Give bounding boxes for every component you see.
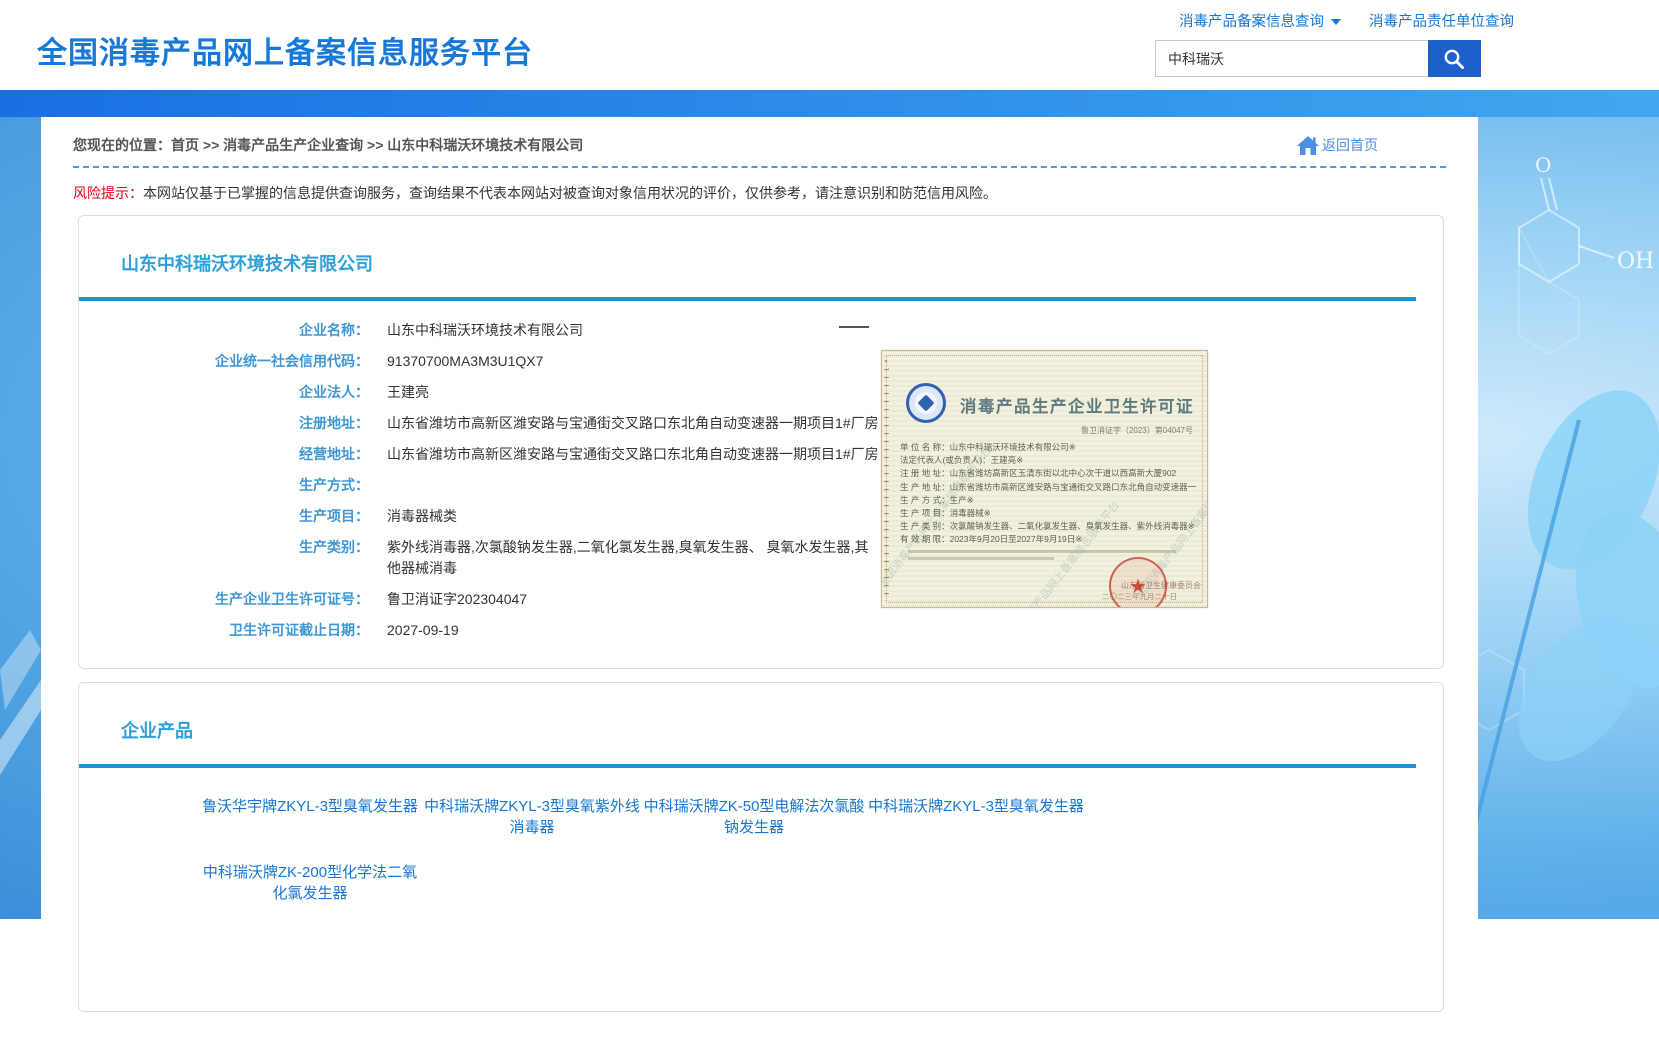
- product-link[interactable]: 鲁沃华宇牌ZKYL-3型臭氧发生器: [199, 796, 421, 838]
- certificate-line: 注 册 地 址：山东省潍坊高新区玉清东街以北中心次干道以西高新大厦902: [900, 467, 1196, 480]
- certificate-number: 鲁卫消证字（2023）第04047号: [1081, 425, 1193, 436]
- product-link[interactable]: 中科瑞沃牌ZKYL-3型臭氧发生器: [865, 796, 1087, 838]
- product-link[interactable]: 中科瑞沃牌ZK-50型电解法次氯酸钠发生器: [643, 796, 865, 838]
- section-divider: [79, 297, 1416, 301]
- top-nav: 消毒产品备案信息查询 消毒产品责任单位查询: [1155, 10, 1514, 31]
- red-seal-icon: ★: [1109, 557, 1167, 608]
- certificate-line: 单 位 名 称：山东中科瑞沃环境技术有限公司※: [900, 441, 1196, 454]
- certificate-line: 生 产 方 式：生产※: [900, 494, 1196, 507]
- header-right: 消毒产品备案信息查询 消毒产品责任单位查询: [1155, 10, 1514, 77]
- site-header: 全国消毒产品网上备案信息服务平台 消毒产品备案信息查询 消毒产品责任单位查询: [0, 0, 1659, 90]
- certificate-body: 单 位 名 称：山东中科瑞沃环境技术有限公司※ 法定代表人(或负责人)：王建亮※…: [900, 441, 1196, 547]
- field-row-legal-person: 企业法人： 王建亮: [79, 377, 1443, 408]
- nav-link-label: 消毒产品责任单位查询: [1369, 14, 1514, 30]
- company-name-title: 山东中科瑞沃环境技术有限公司: [121, 250, 1443, 276]
- field-row-license-number: 生产企业卫生许可证号： 鲁卫消证字202304047: [79, 584, 1443, 615]
- search-icon: [1442, 47, 1466, 71]
- products-grid: 鲁沃华宇牌ZKYL-3型臭氧发生器 中科瑞沃牌ZKYL-3型臭氧紫外线消毒器 中…: [199, 796, 1443, 904]
- search-button[interactable]: [1428, 40, 1481, 77]
- field-label: 企业名称：: [79, 320, 369, 341]
- field-row-production-category: 生产类别： 紫外线消毒器,次氯酸钠发生器,二氧化氯发生器,臭氧发生器、 臭氧水发生…: [79, 532, 1443, 584]
- license-certificate-image: 全国消毒产品网上备案信息服务平台 全国消毒产品网上备案信息服务平台 全国消毒产品…: [881, 350, 1208, 608]
- field-label: 企业统一社会信用代码：: [79, 351, 369, 372]
- certificate-line: 生 产 地 址：山东省潍坊市高新区潍安路与宝通街交叉路口东北角自动变速器一期项: [900, 481, 1196, 494]
- header-band: [0, 90, 1659, 117]
- breadcrumb-row: 您现在的位置：首页 >> 消毒产品生产企业查询 >> 山东中科瑞沃环境技术有限公…: [41, 117, 1478, 155]
- field-row-license-expiry: 卫生许可证截止日期： 2027-09-19: [79, 615, 1443, 646]
- field-value: 山东省潍坊市高新区潍安路与宝通街交叉路口东北角自动变速器一期项目1#厂房: [387, 444, 879, 465]
- risk-text: 本网站仅基于已掌握的信息提供查询服务，查询结果不代表本网站对被查询对象信用状况的…: [143, 185, 997, 201]
- nav-link-label: 消毒产品备案信息查询: [1179, 14, 1324, 30]
- nav-link-responsible-unit-query[interactable]: 消毒产品责任单位查询: [1369, 14, 1514, 30]
- seal-star: ★: [1129, 574, 1147, 599]
- field-row-company-name: 企业名称： 山东中科瑞沃环境技术有限公司: [79, 315, 1443, 346]
- certificate-line: 生 产 类 别：次氯酸钠发生器、二氧化氯发生器、臭氧发生器、紫外线消毒器※: [900, 520, 1196, 533]
- nav-link-product-record-query[interactable]: 消毒产品备案信息查询: [1179, 14, 1341, 30]
- field-label: 卫生许可证截止日期：: [79, 620, 369, 641]
- dashed-divider: [73, 166, 1446, 168]
- field-row-registered-address: 注册地址： 山东省潍坊市高新区潍安路与宝通街交叉路口东北角自动变速器一期项目1#厂…: [79, 408, 1443, 439]
- certificate-title: 消毒产品生产企业卫生许可证: [960, 393, 1194, 417]
- field-row-production-project: 生产项目： 消毒器械类: [79, 501, 1443, 532]
- field-value: 王建亮: [387, 382, 429, 403]
- company-card: 山东中科瑞沃环境技术有限公司 企业名称： 山东中科瑞沃环境技术有限公司 企业统一社…: [78, 215, 1444, 669]
- search-input[interactable]: [1155, 40, 1428, 77]
- back-home-link[interactable]: 返回首页: [1297, 135, 1378, 155]
- site-title: 全国消毒产品网上备案信息服务平台: [37, 28, 533, 72]
- field-value: 鲁卫消证字202304047: [387, 589, 527, 610]
- risk-label: 风险提示：: [73, 185, 143, 201]
- certificate-line: 法定代表人(或负责人)：王建亮※: [900, 454, 1196, 467]
- field-label: 经营地址：: [79, 444, 369, 465]
- svg-text:OH: OH: [1617, 249, 1654, 274]
- field-row-production-mode: 生产方式：: [79, 470, 1443, 501]
- field-label: 生产项目：: [79, 506, 369, 527]
- field-value: 山东省潍坊市高新区潍安路与宝通街交叉路口东北角自动变速器一期项目1#厂房: [387, 413, 879, 434]
- certificate-line: 有 效 期 限：2023年9月20日至2027年9月19日※: [900, 533, 1196, 546]
- certificate-artifact-dash: [839, 326, 869, 328]
- search-bar: [1155, 40, 1514, 77]
- field-row-credit-code: 企业统一社会信用代码： 91370700MA3M3U1QX7: [79, 346, 1443, 377]
- chevron-down-icon: [1331, 19, 1341, 25]
- home-icon: [1297, 136, 1319, 155]
- field-value: 消毒器械类: [387, 506, 457, 527]
- field-label: 生产方式：: [79, 475, 369, 496]
- main-content: 您现在的位置：首页 >> 消毒产品生产企业查询 >> 山东中科瑞沃环境技术有限公…: [41, 117, 1478, 1062]
- certificate-fine-print: [908, 557, 1054, 560]
- field-value: 紫外线消毒器,次氯酸钠发生器,二氧化氯发生器,臭氧发生器、 臭氧水发生器,其他器…: [387, 537, 879, 579]
- product-link[interactable]: 中科瑞沃牌ZKYL-3型臭氧紫外线消毒器: [421, 796, 643, 838]
- breadcrumb: 您现在的位置：首页 >> 消毒产品生产企业查询 >> 山东中科瑞沃环境技术有限公…: [73, 135, 583, 155]
- certificate-line: 生 产 项 目：消毒器械※: [900, 507, 1196, 520]
- field-row-business-address: 经营地址： 山东省潍坊市高新区潍安路与宝通街交叉路口东北角自动变速器一期项目1#厂…: [79, 439, 1443, 470]
- section-divider: [79, 764, 1416, 768]
- left-edge-art: [0, 420, 41, 780]
- field-label: 注册地址：: [79, 413, 369, 434]
- products-title: 企业产品: [121, 717, 1443, 743]
- svg-text:O: O: [1535, 153, 1551, 177]
- field-value: 山东中科瑞沃环境技术有限公司: [387, 320, 583, 341]
- risk-notice: 风险提示：本网站仅基于已掌握的信息提供查询服务，查询结果不代表本网站对被查询对象…: [73, 183, 1446, 203]
- certificate-fine-print: [908, 550, 1176, 553]
- field-label: 生产类别：: [79, 537, 369, 579]
- field-label: 企业法人：: [79, 382, 369, 403]
- certificate-emblem-icon: [906, 383, 946, 423]
- company-fields: 企业名称： 山东中科瑞沃环境技术有限公司 企业统一社会信用代码： 91370700M…: [79, 315, 1443, 668]
- field-value: 2027-09-19: [387, 620, 459, 641]
- field-value: 91370700MA3M3U1QX7: [387, 351, 543, 372]
- products-card: 企业产品 鲁沃华宇牌ZKYL-3型臭氧发生器 中科瑞沃牌ZKYL-3型臭氧紫外线…: [78, 682, 1444, 1012]
- field-label: 生产企业卫生许可证号：: [79, 589, 369, 610]
- back-home-label: 返回首页: [1322, 135, 1378, 155]
- product-link[interactable]: 中科瑞沃牌ZK-200型化学法二氧化氯发生器: [199, 862, 421, 904]
